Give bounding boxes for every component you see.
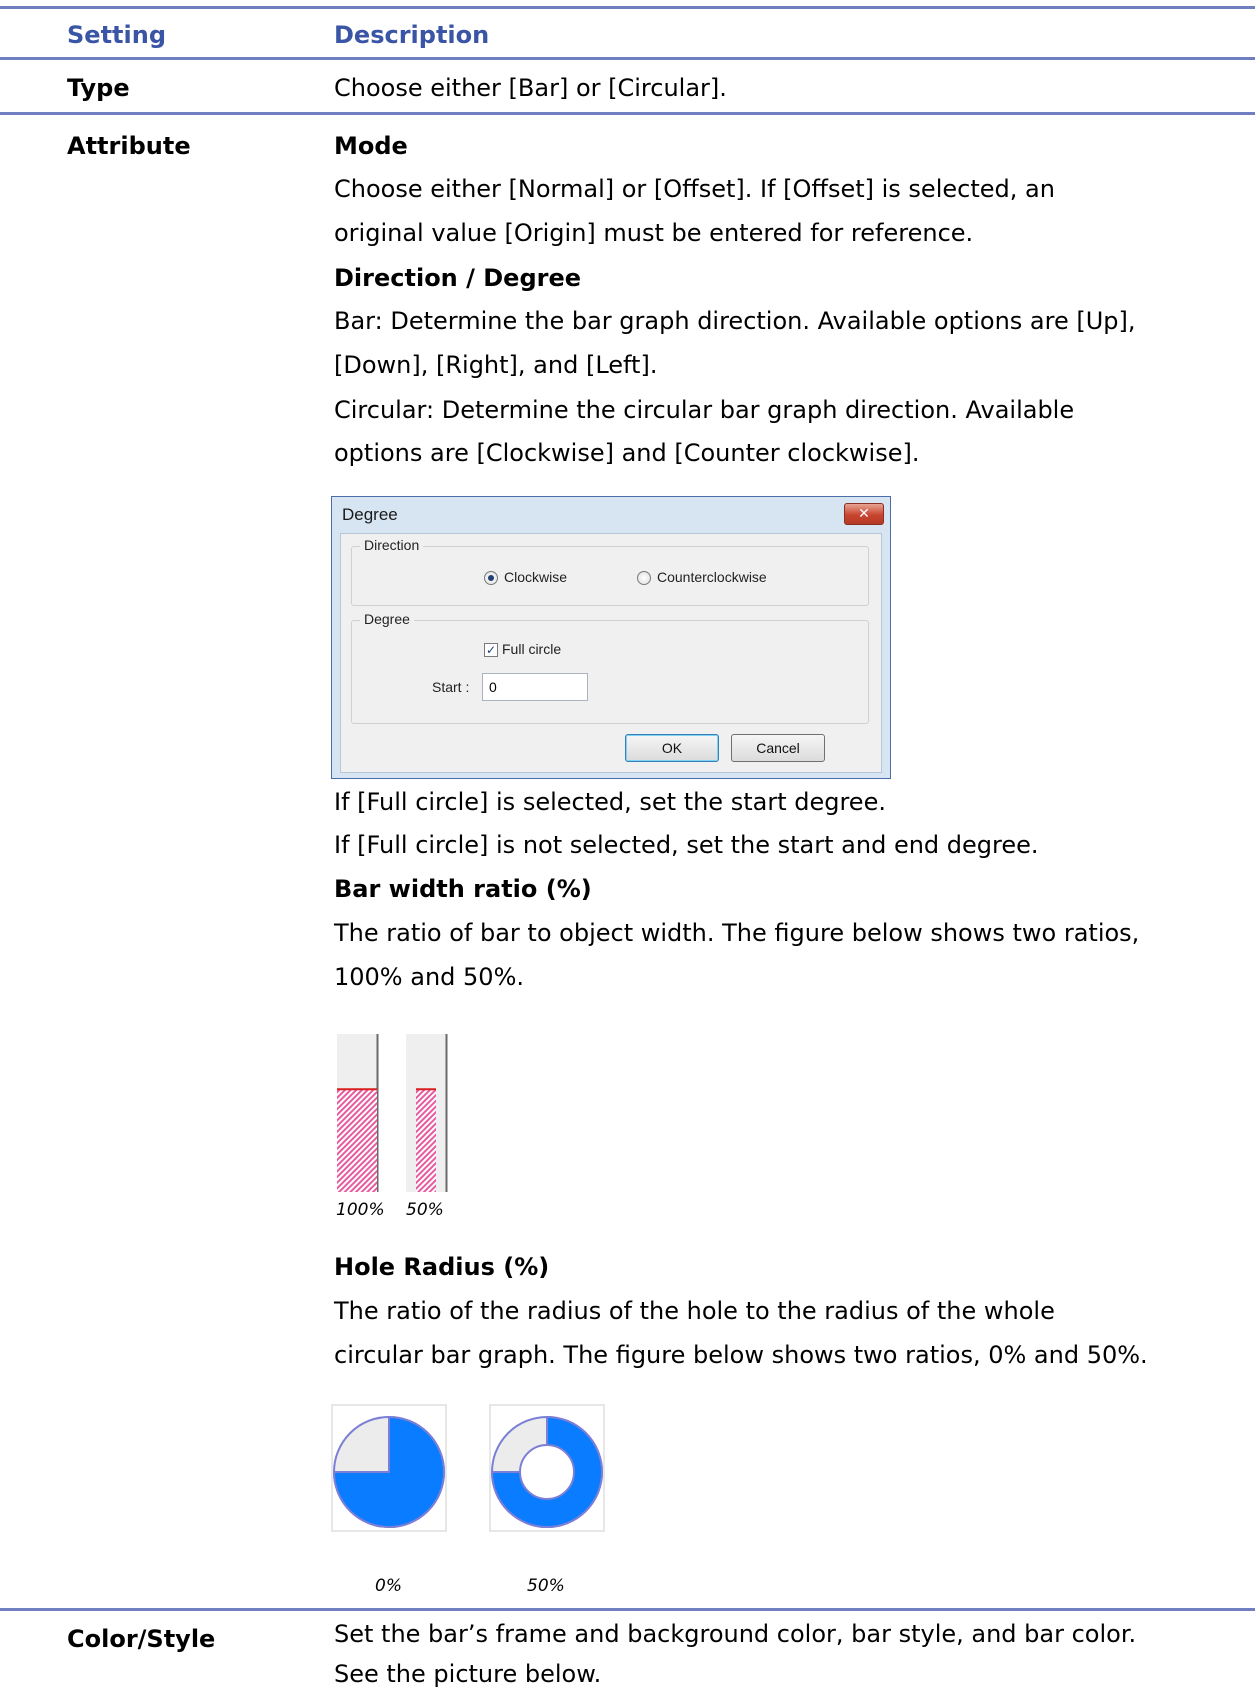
bar-width-line-2: 100% and 50%. [334,963,524,991]
bar-50-percent [406,1034,448,1192]
counterclockwise-radio[interactable] [637,571,651,585]
direction-line-2: [Down], [Right], and [Left]. [334,351,658,379]
type-row-bottom-rule [0,112,1255,115]
bar-width-line-1: The ratio of bar to object width. The fi… [334,919,1140,947]
hole-50-center [519,1444,575,1500]
setting-type: Type [67,74,130,102]
full-circle-line-1: If [Full circle] is selected, set the st… [334,788,886,816]
direction-group-label: Direction [360,537,424,553]
hole-radius-figure [331,1404,605,1532]
hole-radius-heading: Hole Radius (%) [334,1253,550,1281]
full-circle-line-2: If [Full circle] is not selected, set th… [334,831,1039,859]
degree-group-label: Degree [360,611,414,627]
type-description: Choose either [Bar] or [Circular]. [334,74,727,102]
header-description: Description [334,21,490,49]
bar-100-caption: 100% [336,1200,385,1220]
hole-50-caption: 50% [527,1576,565,1596]
hole-radius-line-1: The ratio of the radius of the hole to t… [334,1297,1055,1325]
bar-50-caption: 50% [406,1200,444,1220]
mode-line-2: original value [Origin] must be entered … [334,219,974,247]
hole-0-percent [331,1404,447,1532]
close-icon[interactable]: ✕ [844,503,884,525]
direction-line-1: Bar: Determine the bar graph direction. … [334,307,1136,335]
bar-100-fill [337,1089,377,1192]
bar-width-heading: Bar width ratio (%) [334,875,592,903]
bar-100-percent [337,1034,379,1192]
full-circle-checkbox[interactable]: ✓ [484,643,498,657]
ok-button[interactable]: OK [625,734,719,762]
setting-attribute: Attribute [67,132,191,160]
cancel-button[interactable]: Cancel [731,734,825,762]
color-style-line-2: See the picture below. [334,1660,602,1688]
mode-line-1: Choose either [Normal] or [Offset]. If [… [334,175,1055,203]
start-input[interactable]: 0 [482,673,588,701]
mode-heading: Mode [334,132,408,160]
hole-radius-line-2: circular bar graph. The figure below sho… [334,1341,1148,1369]
direction-line-3: Circular: Determine the circular bar gra… [334,396,1075,424]
setting-color-style: Color/Style [67,1625,216,1653]
counterclockwise-label[interactable]: Counterclockwise [657,569,767,585]
direction-line-4: options are [Clockwise] and [Counter clo… [334,439,920,467]
start-label: Start : [432,679,470,695]
full-circle-label[interactable]: Full circle [502,641,561,657]
dialog-title: Degree [342,505,398,524]
color-style-line-1: Set the bar’s frame and background color… [334,1620,1137,1648]
table-top-rule [0,6,1255,9]
hole-0-caption: 0% [375,1576,402,1596]
clockwise-label[interactable]: Clockwise [504,569,567,585]
bar-50-fill [416,1089,436,1192]
attribute-row-bottom-rule [0,1608,1255,1611]
clockwise-radio[interactable] [484,571,498,585]
direction-heading: Direction / Degree [334,264,582,292]
hole-50-percent [489,1404,605,1532]
dialog-body: Direction Clockwise Counterclockwise Deg… [340,533,882,773]
direction-group: Direction Clockwise Counterclockwise [351,537,869,606]
degree-dialog: Degree ✕ Direction Clockwise Countercloc… [331,496,891,779]
header-setting: Setting [67,21,166,49]
degree-group: Degree ✓ Full circle Start : 0 [351,611,869,724]
header-bottom-rule [0,57,1255,60]
